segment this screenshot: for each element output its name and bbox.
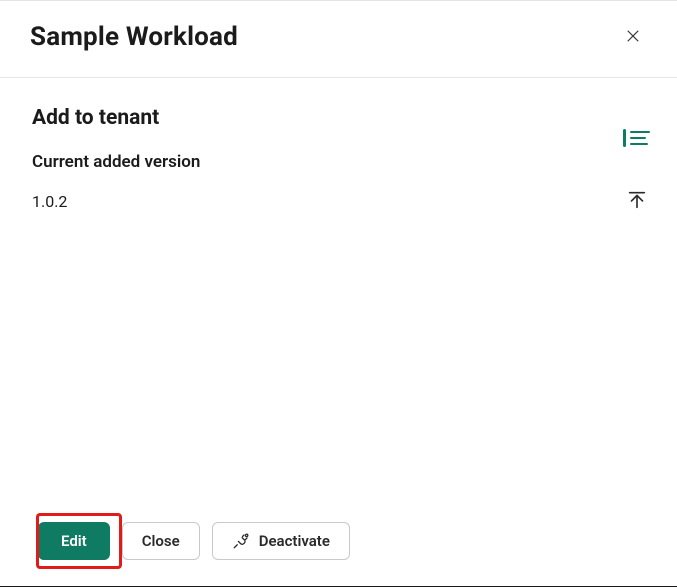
edit-button-label: Edit [61, 532, 87, 550]
arrow-up-to-line-icon [626, 189, 648, 214]
close-icon [624, 27, 642, 48]
list-icon-button[interactable] [621, 123, 653, 155]
close-button[interactable] [617, 21, 649, 53]
panel-header: Sample Workload [0, 1, 677, 78]
edit-button[interactable]: Edit [38, 522, 110, 560]
list-icon [621, 126, 653, 153]
panel-footer: Edit Close Deactivate [38, 522, 350, 560]
version-value: 1.0.2 [32, 192, 647, 211]
close-button-footer[interactable]: Close [122, 522, 200, 560]
deactivate-button-label: Deactivate [259, 532, 330, 550]
version-heading: Current added version [32, 152, 647, 172]
section-title: Add to tenant [32, 106, 647, 130]
panel-title: Sample Workload [30, 22, 238, 52]
unplug-icon [232, 532, 250, 550]
close-button-label: Close [142, 532, 180, 550]
deactivate-button[interactable]: Deactivate [212, 522, 350, 560]
collapse-up-button[interactable] [621, 185, 653, 217]
panel-body: Add to tenant Current added version 1.0.… [0, 78, 677, 211]
bottom-border [0, 586, 677, 587]
side-rail [621, 123, 653, 217]
panel: Sample Workload Add to tenant Current ad… [0, 0, 677, 588]
